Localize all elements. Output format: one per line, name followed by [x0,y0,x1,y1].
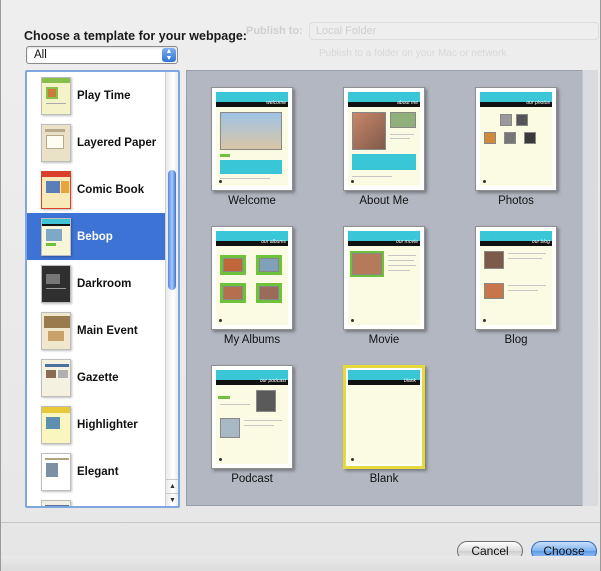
template-thumbnail: our podcast [211,365,293,469]
template-thumbnail-title: our movie [396,239,418,245]
publish-to-label: Publish to: [246,25,303,37]
theme-list-scrollbar[interactable]: ▲ ▼ [165,72,178,506]
theme-thumbnail [41,77,71,115]
theme-label: Highlighter [77,418,138,431]
theme-list[interactable]: Play Time Layered Paper Comic Book Bebop… [25,70,180,508]
publish-to-ghost: Publish to: Local Folder [246,22,599,40]
template-grid-scrollbar[interactable] [582,70,598,506]
template-caption: Blog [504,334,528,346]
publish-to-field: Local Folder [308,22,599,40]
template-thumbnail-title: welcome [266,100,286,106]
theme-item-gazette[interactable]: Gazette [27,354,166,401]
template-caption: Podcast [231,473,273,485]
template-thumbnail-title: our podcast [259,378,286,384]
template-chooser-sheet: Publish to: Local Folder Publish to a fo… [0,0,601,571]
template-card-photos[interactable]: our photos Photos [461,87,571,207]
template-card-welcome[interactable]: welcome Welcome [197,87,307,207]
template-thumbnail: welcome [211,87,293,191]
scroll-down-arrow-icon[interactable]: ▼ [166,493,178,506]
template-thumbnail-title: our blog [531,239,550,245]
theme-item-play-time[interactable]: Play Time [27,72,166,119]
theme-thumbnail [41,312,71,350]
theme-item-darkroom[interactable]: Darkroom [27,260,166,307]
filter-popup[interactable]: All ▲ ▼ [26,46,178,64]
theme-thumbnail [41,359,71,397]
template-caption: My Albums [223,334,281,346]
background-window-strip [1,556,600,571]
theme-label: Main Event [77,324,138,337]
filter-popup-value: All [34,49,47,61]
template-card-blog[interactable]: our blog Blog [461,226,571,346]
theme-item-bebop[interactable]: Bebop [27,213,166,260]
template-thumbnail-title: our albums [261,239,286,245]
template-thumbnail: our photos [475,87,557,191]
dialog-heading: Choose a template for your webpage: [24,29,247,43]
theme-label: Elegant [77,465,119,478]
theme-label: Bebop [77,230,113,243]
template-thumbnail: our albums [211,226,293,330]
theme-thumbnail [41,218,71,256]
theme-item-partial[interactable] [27,495,166,506]
theme-item-main-event[interactable]: Main Event [27,307,166,354]
theme-item-layered-paper[interactable]: Layered Paper [27,119,166,166]
template-card-my-albums[interactable]: our albums My Albums [197,226,307,346]
theme-label: Darkroom [77,277,132,290]
up-down-chevron-icon: ▲ ▼ [162,48,176,62]
template-thumbnail-title: about me [397,100,418,106]
theme-label: Layered Paper [77,136,157,149]
theme-thumbnail [41,406,71,444]
template-caption: Movie [368,334,400,346]
scroll-knob[interactable] [168,170,176,290]
scroll-up-arrow-icon[interactable]: ▲ [166,479,178,492]
template-card-blank[interactable]: blank Blank [329,365,439,485]
template-thumbnail-title: our photos [526,100,550,106]
theme-item-elegant[interactable]: Elegant [27,448,166,495]
theme-label: Comic Book [77,183,145,196]
template-card-podcast[interactable]: our podcast Podcast [197,365,307,485]
template-caption: Blank [369,473,399,485]
theme-thumbnail [41,453,71,491]
template-caption: Photos [498,195,534,207]
theme-thumbnail [41,500,71,506]
template-thumbnail: our movie [343,226,425,330]
theme-label: Play Time [77,89,131,102]
template-grid: welcome Welcome about me About Me our ph… [186,70,598,506]
theme-thumbnail [41,124,71,162]
theme-item-comic-book[interactable]: Comic Book [27,166,166,213]
template-thumbnail-title: blank [404,378,416,384]
theme-label: Gazette [77,371,119,384]
theme-item-highlighter[interactable]: Highlighter [27,401,166,448]
theme-thumbnail [41,265,71,303]
theme-thumbnail [41,171,71,209]
template-card-about-me[interactable]: about me About Me [329,87,439,207]
divider [1,522,600,523]
template-thumbnail: about me [343,87,425,191]
template-thumbnail: blank [343,365,425,469]
template-caption: About Me [359,195,409,207]
template-caption: Welcome [228,195,276,207]
template-card-movie[interactable]: our movie Movie [329,226,439,346]
template-thumbnail: our blog [475,226,557,330]
publish-to-hint: Publish to a folder on your Mac or netwo… [319,48,507,59]
